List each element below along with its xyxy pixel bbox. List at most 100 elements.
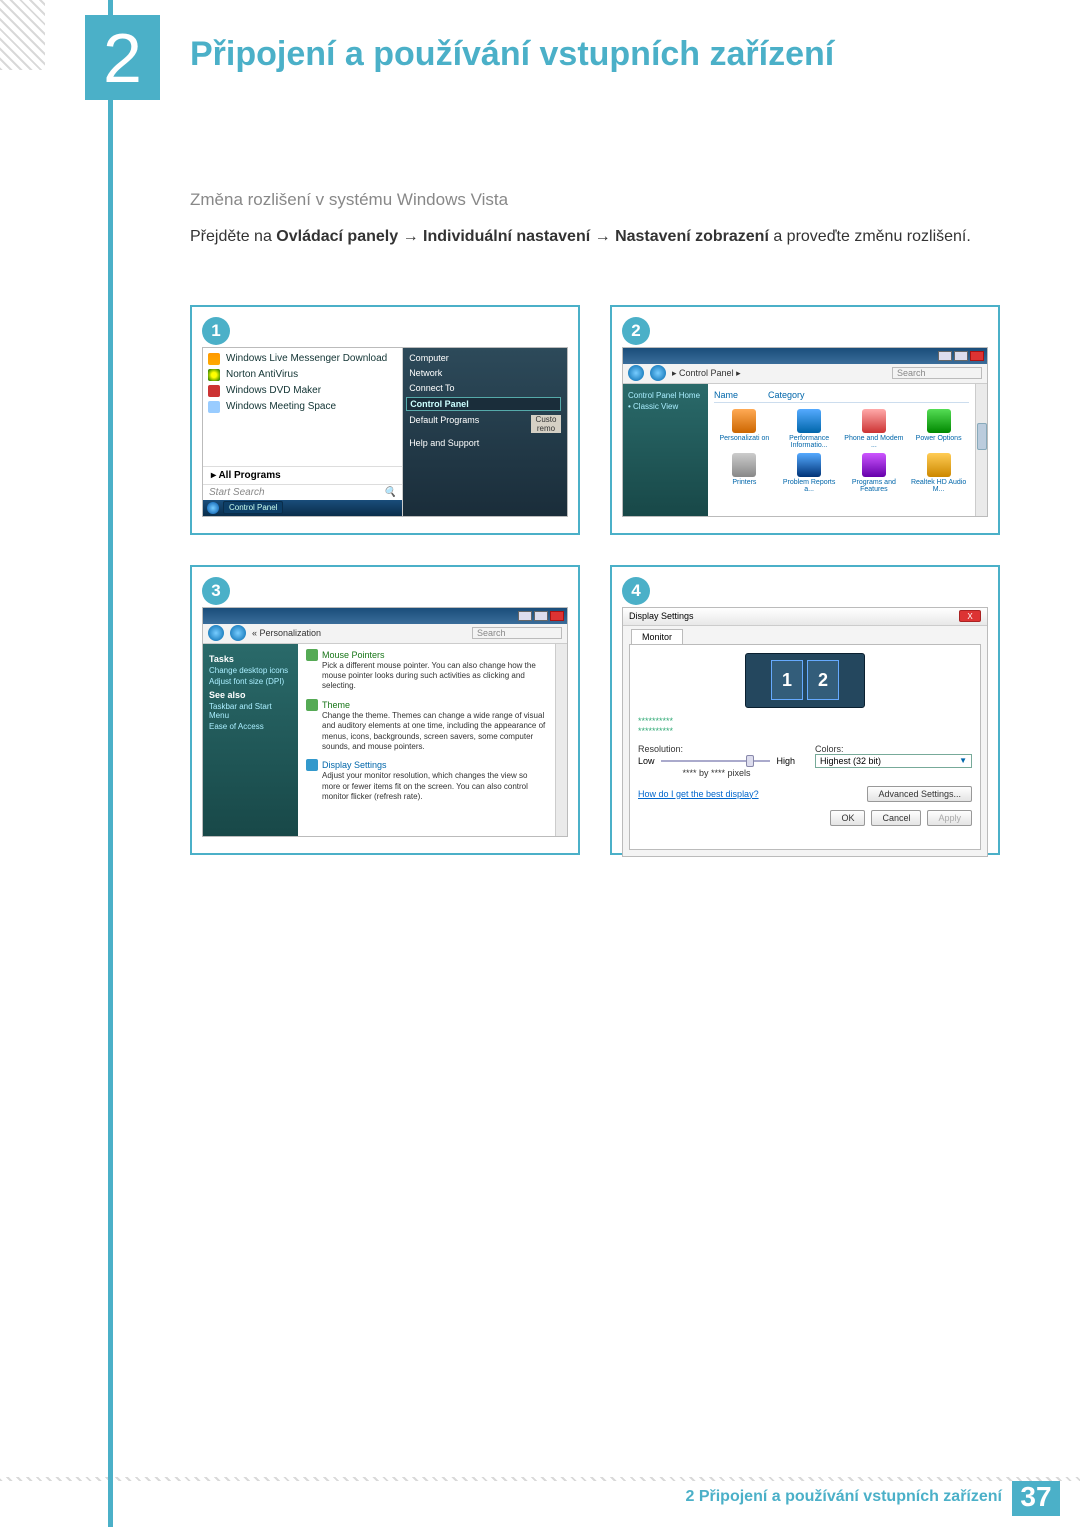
resolution-group: Resolution: Low High **** by **** pixels — [638, 744, 795, 778]
column-headers: Name Category — [714, 388, 969, 403]
sidebar: Tasks Change desktop icons Adjust font s… — [203, 644, 298, 836]
help-link[interactable]: How do I get the best display? — [638, 789, 759, 799]
accent-bar — [108, 0, 113, 1527]
step-badge: 4 — [622, 577, 650, 605]
taskbar-button[interactable]: Control Panel — [223, 501, 283, 514]
program-item[interactable]: Windows DVD Maker — [208, 383, 397, 399]
menu-item-computer[interactable]: Computer — [409, 352, 561, 364]
menu-item-network[interactable]: Network — [409, 367, 561, 379]
problem-icon — [797, 453, 821, 477]
program-item[interactable]: Norton AntiVirus — [208, 367, 397, 383]
search-input[interactable]: Search — [472, 627, 562, 639]
all-programs[interactable]: ▸ All Programs — [203, 466, 402, 484]
cp-printers[interactable]: Printers — [714, 453, 775, 493]
maximize-button[interactable] — [534, 611, 548, 621]
dialog-buttons: OK Cancel Apply — [638, 810, 972, 826]
sidebar-link-ease[interactable]: Ease of Access — [209, 722, 292, 731]
section-subheading: Změna rozlišení v systému Windows Vista — [190, 190, 1000, 210]
scrollbar[interactable] — [975, 384, 987, 516]
sidebar-link-font-size[interactable]: Adjust font size (DPI) — [209, 677, 292, 686]
minimize-button[interactable] — [938, 351, 952, 361]
cp-performance[interactable]: Performance Informatio... — [779, 409, 840, 449]
sidebar-link-home[interactable]: Control Panel Home — [628, 391, 703, 400]
minimize-button[interactable] — [518, 611, 532, 621]
back-button-icon[interactable] — [208, 625, 224, 641]
sidebar-heading-see-also: See also — [209, 690, 292, 700]
chapter-title: Připojení a používání vstupních zařízení — [190, 35, 834, 74]
menu-item-default-programs[interactable]: Default ProgramsCusto remo — [409, 414, 561, 434]
breadcrumb[interactable]: ▸ Control Panel ▸ — [672, 368, 741, 379]
program-item[interactable]: Windows Meeting Space — [208, 399, 397, 415]
section-theme[interactable]: Theme Change the theme. Themes can chang… — [306, 699, 547, 753]
sidebar-heading-tasks: Tasks — [209, 654, 292, 664]
tab-monitor[interactable]: Monitor — [631, 629, 683, 644]
resolution-value: **** by **** pixels — [638, 768, 795, 778]
step-badge: 3 — [202, 577, 230, 605]
sidebar: Control Panel Home • Classic View — [623, 384, 708, 516]
cp-power[interactable]: Power Options — [908, 409, 969, 449]
program-item[interactable]: Windows Live Messenger Download — [208, 351, 397, 367]
close-button[interactable] — [970, 351, 984, 361]
theme-icon — [306, 699, 318, 711]
colors-select[interactable]: Highest (32 bit)▼ — [815, 754, 972, 768]
sidebar-link-classic[interactable]: • Classic View — [628, 402, 703, 411]
colors-group: Colors: Highest (32 bit)▼ — [815, 744, 972, 778]
window-body: Control Panel Home • Classic View Name C… — [623, 384, 987, 516]
close-button[interactable] — [550, 611, 564, 621]
menu-item-connect[interactable]: Connect To — [409, 382, 561, 394]
footer-chapter-text: 2 Připojení a používání vstupních zaříze… — [685, 1488, 1002, 1506]
slider-thumb[interactable] — [746, 755, 754, 767]
start-orb-icon[interactable] — [207, 502, 219, 514]
page-footer: 2 Připojení a používání vstupních zaříze… — [0, 1477, 1080, 1517]
cp-programs[interactable]: Programs and Features — [844, 453, 905, 493]
resolution-label: Resolution: — [638, 744, 795, 754]
advanced-settings-button[interactable]: Advanced Settings... — [867, 786, 972, 802]
section-mouse-pointers[interactable]: Mouse Pointers Pick a different mouse po… — [306, 649, 547, 692]
cp-problem-reports[interactable]: Problem Reports a... — [779, 453, 840, 493]
screenshot-step-3: 3 « Personalization Search Tasks Chang — [190, 565, 580, 855]
cp-personalization[interactable]: Personalizati on — [714, 409, 775, 449]
programs-icon — [862, 453, 886, 477]
monitor-2[interactable]: 2 — [807, 660, 839, 700]
apply-button[interactable]: Apply — [927, 810, 972, 826]
monitor-1[interactable]: 1 — [771, 660, 803, 700]
close-icon[interactable]: X — [959, 610, 981, 622]
start-search[interactable]: Start Search🔍 — [203, 484, 402, 500]
settings-row: Resolution: Low High **** by **** pixels… — [638, 744, 972, 778]
control-panel-window: ▸ Control Panel ▸ Search Control Panel H… — [622, 347, 988, 517]
search-input[interactable]: Search — [892, 367, 982, 379]
address-bar: « Personalization Search — [203, 624, 567, 644]
ok-button[interactable]: OK — [830, 810, 865, 826]
monitor-preview: 1 2 — [745, 653, 865, 708]
sidebar-link-taskbar[interactable]: Taskbar and Start Menu — [209, 702, 292, 720]
meeting-icon — [208, 401, 220, 413]
col-category[interactable]: Category — [768, 390, 805, 400]
resolution-slider[interactable]: Low High — [638, 756, 795, 766]
tab-strip: Monitor — [623, 626, 987, 644]
chevron-down-icon: ▼ — [959, 756, 967, 765]
section-display-settings[interactable]: Display Settings Adjust your monitor res… — [306, 759, 547, 802]
back-button-icon[interactable] — [628, 365, 644, 381]
breadcrumb[interactable]: « Personalization — [252, 628, 321, 638]
forward-button-icon[interactable] — [650, 365, 666, 381]
menu-item-help[interactable]: Help and Support — [409, 437, 561, 449]
instruction-text: Přejděte na Ovládací panely → Individuál… — [190, 224, 1000, 250]
maximize-button[interactable] — [954, 351, 968, 361]
scrollbar[interactable] — [555, 644, 567, 836]
forward-button-icon[interactable] — [230, 625, 246, 641]
search-icon: 🔍 — [384, 487, 396, 498]
messenger-icon — [208, 353, 220, 365]
personalization-list: Mouse Pointers Pick a different mouse po… — [298, 644, 555, 836]
cp-realtek[interactable]: Realtek HD Audio M... — [908, 453, 969, 493]
cancel-button[interactable]: Cancel — [871, 810, 921, 826]
sidebar-link-desktop-icons[interactable]: Change desktop icons — [209, 666, 292, 675]
menu-item-control-panel[interactable]: Control Panel — [406, 397, 561, 411]
start-menu-left: Windows Live Messenger Download Norton A… — [203, 348, 403, 516]
cp-phone[interactable]: Phone and Modem ... — [844, 409, 905, 449]
dialog-body: 1 2 ********** ********** Resolution: Lo… — [629, 644, 981, 850]
colors-label: Colors: — [815, 744, 972, 754]
monitor-desc-placeholder: ********** ********** — [638, 716, 972, 736]
screenshot-step-4: 4 Display Settings X Monitor 1 2 *******… — [610, 565, 1000, 855]
performance-icon — [797, 409, 821, 433]
col-name[interactable]: Name — [714, 390, 738, 400]
